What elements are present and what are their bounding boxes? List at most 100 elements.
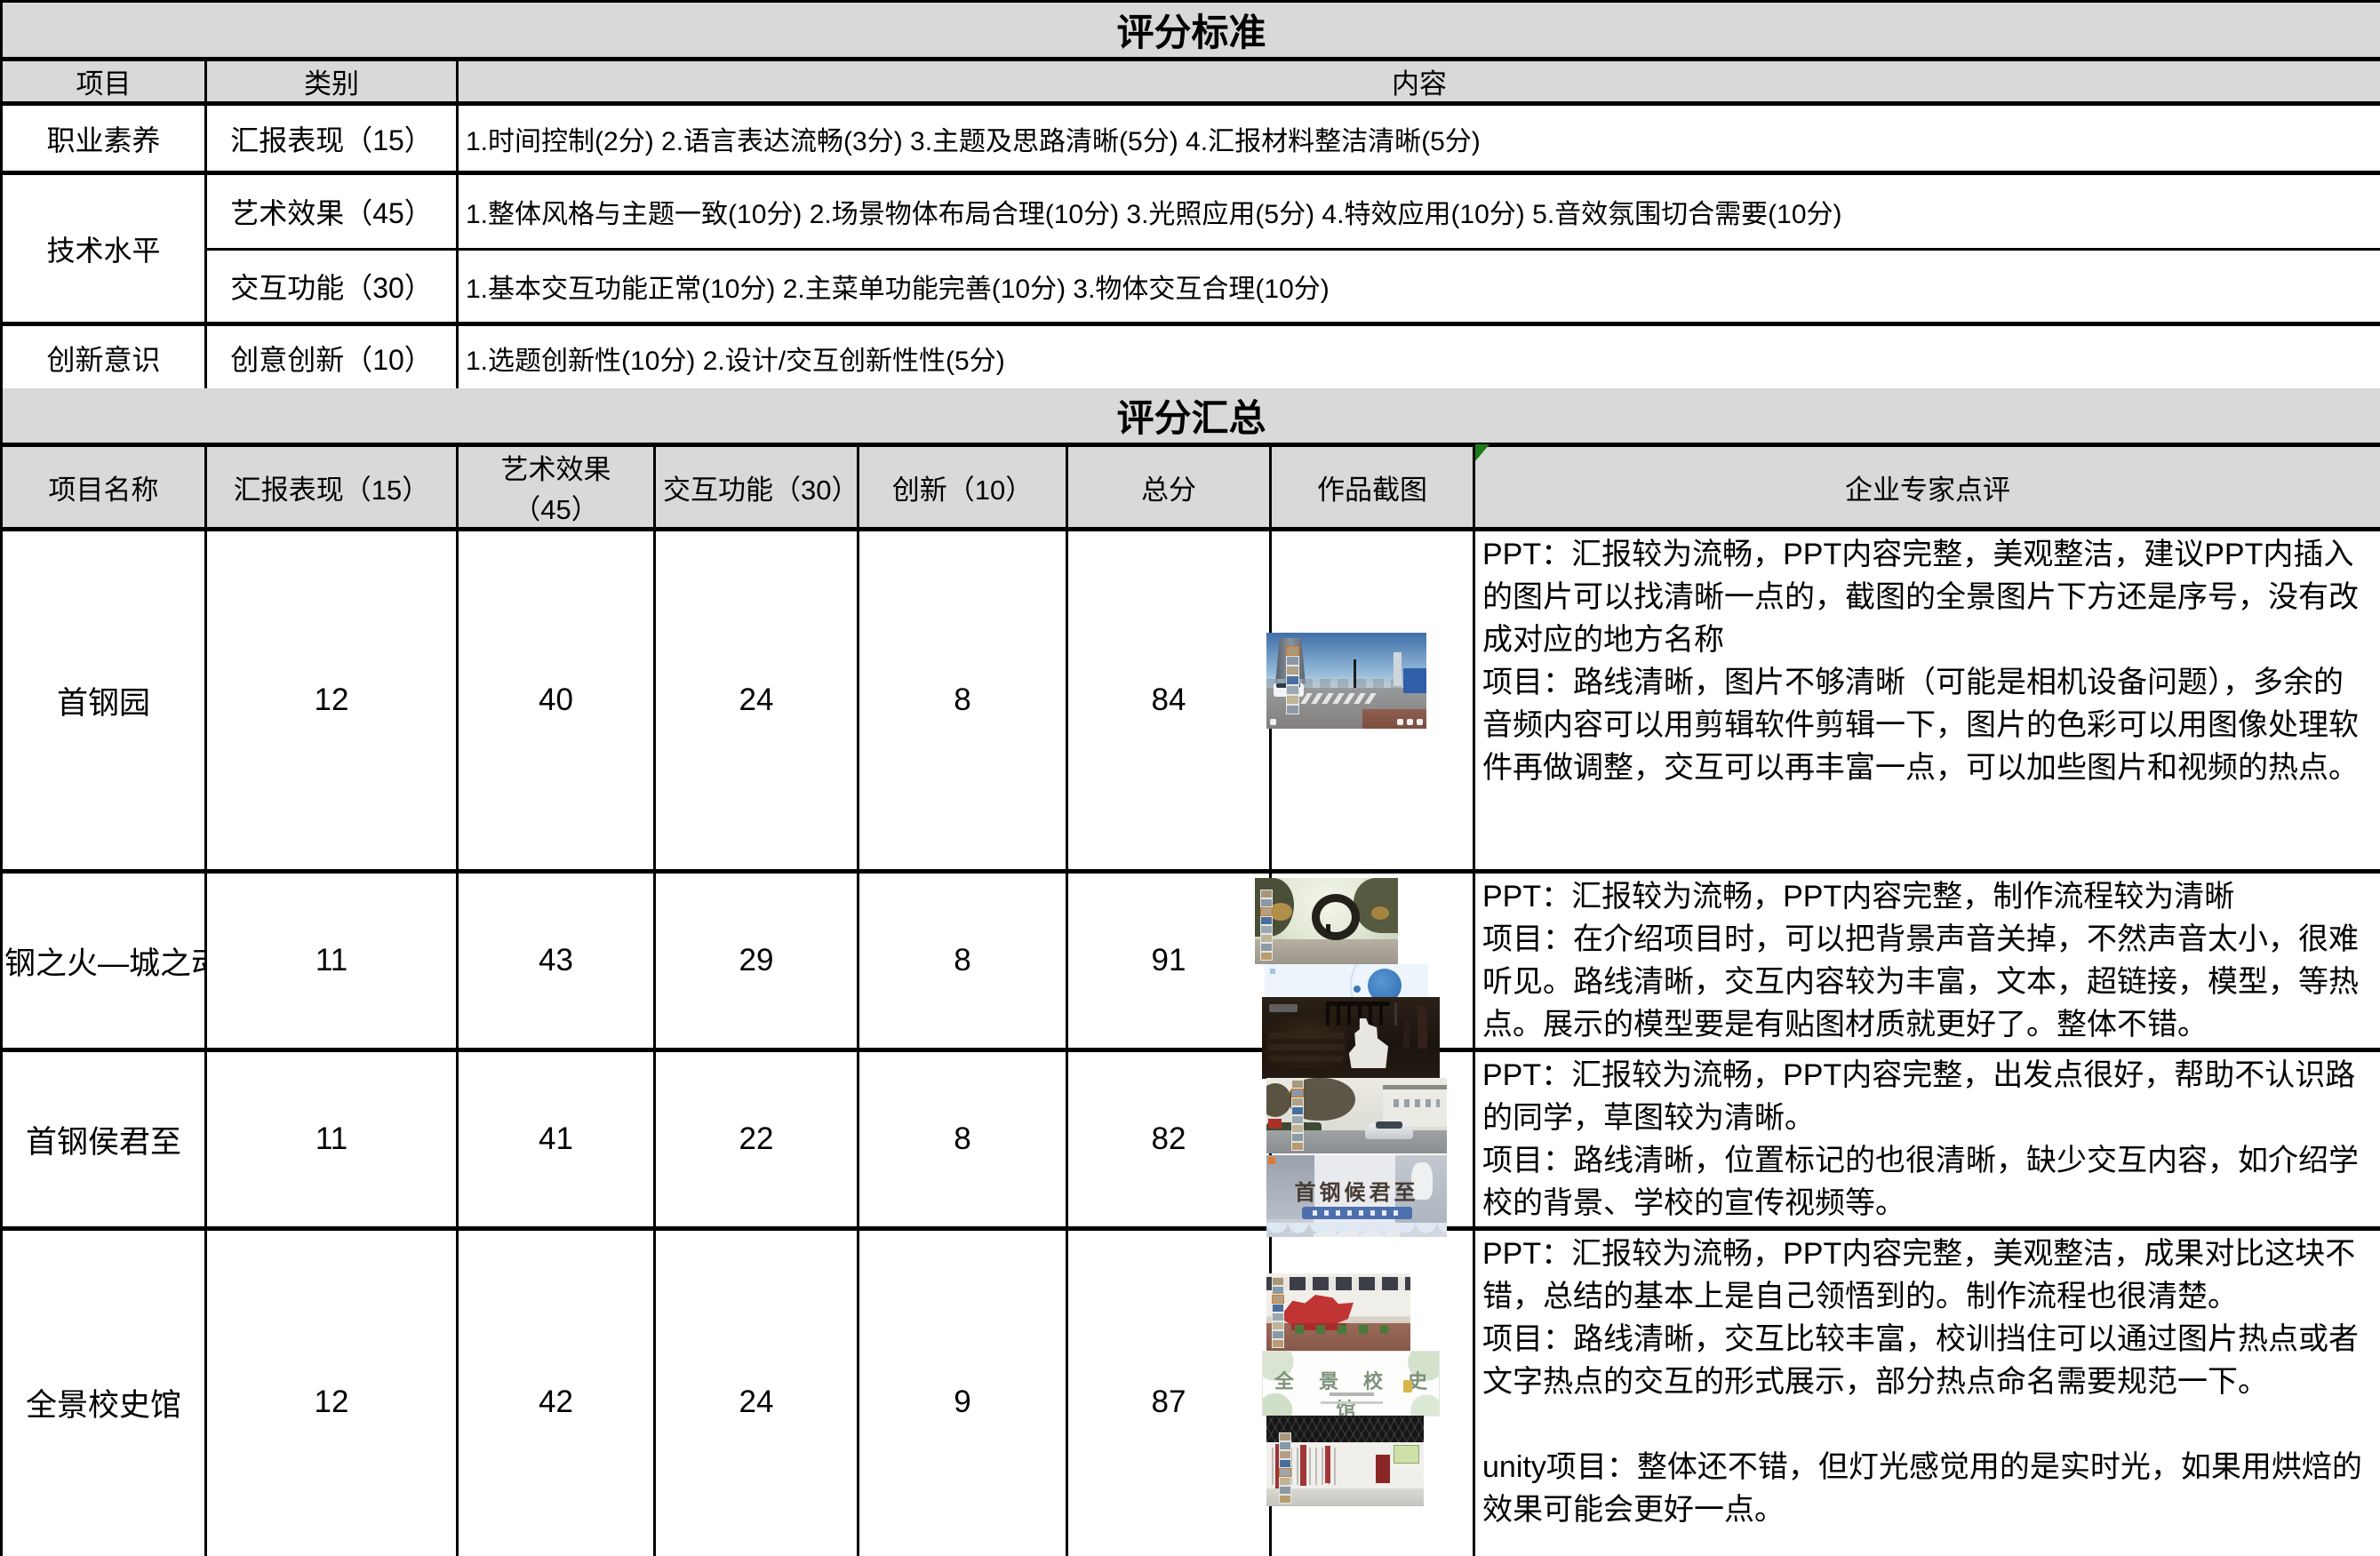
cell-report-3[interactable]: 12: [206, 1229, 458, 1556]
cell-innovation-2[interactable]: 8: [859, 1050, 1067, 1229]
criteria-row-4: 创新意识 创意创新（10） 1.选题创新性(10分) 2.设计/交互创新性性(5…: [2, 324, 2380, 393]
dot-graphic: [1354, 985, 1361, 993]
billboard-graphic: [1403, 668, 1426, 693]
criteria-row-3: 交互功能（30） 1.基本交互功能正常(10分) 2.主菜单功能完善(10分) …: [2, 250, 2380, 324]
cell-content-huibao[interactable]: 1.时间控制(2分) 2.语言表达流畅(3分) 3.主题及思路清晰(5分) 4.…: [458, 104, 2380, 173]
summary-header-art[interactable]: 艺术效果（45）: [458, 445, 655, 530]
cell-art-3[interactable]: 42: [458, 1229, 655, 1556]
cell-content-yishu[interactable]: 1.整体风格与主题一致(10分) 2.场景物体布局合理(10分) 3.光照应用(…: [458, 173, 2380, 250]
screenshot-courtyard-sculpture[interactable]: [1266, 1273, 1410, 1352]
criteria-header-content[interactable]: 内容: [458, 60, 2380, 104]
school-logo-graphic: [1403, 1380, 1412, 1392]
cell-interaction-0[interactable]: 24: [655, 530, 859, 872]
summary-row-gangzhihuo: 钢之火—城之动 11 43 29 8 91 PPT：汇报较为流畅，PPT内容完整…: [2, 872, 2380, 1050]
crosswalk-graphic: [1300, 693, 1376, 704]
cell-project-jishu[interactable]: 技术水平: [2, 173, 206, 324]
highrise-graphic: [1394, 652, 1402, 686]
summary-row-shougangyuan: 首钢园 12 40 24 8 84 PPT：汇报较为流畅，PPT内容完整，美观整…: [2, 530, 2380, 872]
cell-art-2[interactable]: 41: [458, 1050, 655, 1229]
cell-report-2[interactable]: 11: [206, 1050, 458, 1229]
globe-graphic: [1368, 969, 1402, 997]
cell-category-yishu[interactable]: 艺术效果（45）: [206, 173, 458, 250]
red-pillar-graphic: [1325, 1446, 1330, 1483]
cell-comment-0[interactable]: PPT：汇报较为流畅，PPT内容完整，美观整洁，建议PPT内插入的图片可以找清晰…: [1474, 530, 2380, 872]
screenshot-title-slide-houjunzhi[interactable]: 首钢候君至: [1266, 1155, 1447, 1237]
cell-comment-2[interactable]: PPT：汇报较为流畅，PPT内容完整，出发点很好，帮助不认识路的同学，草图较为清…: [1474, 1050, 2380, 1229]
cell-category-chuangyi[interactable]: 创意创新（10）: [206, 324, 458, 393]
slide-title: 全 景 校 史 馆: [1263, 1366, 1439, 1416]
cell-name-0[interactable]: 首钢园: [2, 530, 206, 872]
viewer-icon: [1270, 719, 1276, 725]
summary-header-interaction[interactable]: 交互功能（30）: [655, 445, 859, 530]
comment-indicator-icon: [1475, 444, 1489, 461]
screenshot-history-museum-interior[interactable]: [1266, 1416, 1424, 1506]
cell-project-zhiye[interactable]: 职业素养: [2, 104, 206, 173]
sculpture-stand-graphic: [1326, 924, 1330, 934]
cell-interaction-2[interactable]: 22: [655, 1050, 859, 1229]
cell-total-0[interactable]: 84: [1067, 530, 1271, 872]
thumbnail-strip: [1286, 646, 1299, 714]
cell-innovation-3[interactable]: 9: [859, 1229, 1067, 1556]
screenshot-slide-blue[interactable]: [1265, 964, 1428, 997]
summary-header-screenshot[interactable]: 作品截图: [1271, 445, 1474, 530]
criteria-title-cell[interactable]: 评分标准: [2, 2, 2380, 60]
screenshot-park-sculpture[interactable]: [1255, 878, 1398, 964]
traffic-light-graphic: [1354, 659, 1356, 688]
summary-table: 评分汇总 项目名称 汇报表现（15） 艺术效果（45） 交互功能（30） 创新（…: [0, 388, 2380, 1556]
cell-category-jiaohu[interactable]: 交互功能（30）: [206, 250, 458, 324]
cell-report-0[interactable]: 12: [206, 530, 458, 872]
cell-innovation-1[interactable]: 8: [859, 872, 1067, 1050]
plants-graphic: [1274, 1325, 1389, 1334]
criteria-header-project[interactable]: 项目: [2, 60, 206, 104]
cell-report-1[interactable]: 11: [206, 872, 458, 1050]
cell-content-chuangyi[interactable]: 1.选题创新性(10分) 2.设计/交互创新性性(5分): [458, 324, 2380, 393]
slide-title: 首钢候君至: [1266, 1175, 1447, 1206]
summary-header-innovation[interactable]: 创新（10）: [859, 445, 1067, 530]
corner-marker-graphic: [1268, 1157, 1275, 1164]
window-row-graphic: [1266, 1277, 1410, 1290]
thumbnail-strip: [1260, 890, 1273, 961]
criteria-row-2: 技术水平 艺术效果（45） 1.整体风格与主题一致(10分) 2.场景物体布局合…: [2, 173, 2380, 250]
summary-header-expert-comment[interactable]: 企业专家点评: [1474, 445, 2380, 530]
cell-content-jiaohu[interactable]: 1.基本交互功能正常(10分) 2.主菜单功能完善(10分) 3.物体交互合理(…: [458, 250, 2380, 324]
light-pole-graphic: [1394, 1002, 1397, 1025]
red-door-graphic: [1376, 1455, 1390, 1483]
cell-total-3[interactable]: 87: [1067, 1229, 1271, 1556]
screenshot-title-slide-xiaoshiguan[interactable]: 全 景 校 史 馆: [1262, 1351, 1440, 1416]
summary-header-name[interactable]: 项目名称: [2, 445, 206, 530]
cell-name-3[interactable]: 全景校史馆: [2, 1229, 206, 1556]
screenshot-campus-street[interactable]: [1266, 1078, 1447, 1153]
cell-innovation-0[interactable]: 8: [859, 530, 1067, 872]
cell-category-huibao[interactable]: 汇报表现（15）: [206, 104, 458, 173]
cell-interaction-1[interactable]: 29: [655, 872, 859, 1050]
car-window-graphic: [1376, 1121, 1402, 1129]
furnace-rings-graphic: [1269, 1033, 1344, 1066]
thumbnail-strip: [1279, 1432, 1291, 1504]
criteria-header-category[interactable]: 类别: [206, 60, 458, 104]
summary-header-report[interactable]: 汇报表现（15）: [206, 445, 458, 530]
cell-project-chuangxin[interactable]: 创新意识: [2, 324, 206, 393]
screenshot-industrial-furnace[interactable]: [1262, 997, 1440, 1079]
criteria-title-row: 评分标准: [2, 2, 2380, 60]
summary-row-shougang-houjunzhi: 首钢侯君至 11 41 22 8 82 PPT：汇报较为流畅，PPT内容完整，出…: [2, 1050, 2380, 1229]
red-pillar-graphic: [1300, 1445, 1306, 1486]
cell-art-0[interactable]: 40: [458, 530, 655, 872]
cell-interaction-3[interactable]: 24: [655, 1229, 859, 1556]
criteria-header-row: 项目 类别 内容: [2, 60, 2380, 104]
cell-name-2[interactable]: 首钢侯君至: [2, 1050, 206, 1229]
cell-comment-1[interactable]: PPT：汇报较为流畅，PPT内容完整，制作流程较为清晰 项目：在介绍项目时，可以…: [1474, 872, 2380, 1050]
cell-total-1[interactable]: 91: [1067, 872, 1271, 1050]
summary-header-total[interactable]: 总分: [1067, 445, 1271, 530]
summary-title-cell[interactable]: 评分汇总: [2, 388, 2380, 445]
date-text-graphic: [1321, 1401, 1383, 1404]
thumbnail-strip: [1291, 1080, 1304, 1151]
cell-comment-3[interactable]: PPT：汇报较为流畅，PPT内容完整，美观整洁，成果对比这块不错，总结的基本上是…: [1474, 1229, 2380, 1556]
presenter-text-graphic: [1330, 1392, 1374, 1396]
screenshot-panorama-shougangyuan[interactable]: [1266, 633, 1426, 729]
thumbnail-strip: [1272, 1277, 1284, 1348]
spreadsheet-score-sheet: 评分标准 项目 类别 内容 职业素养 汇报表现（15） 1.时间控制(2分) 2…: [0, 0, 2380, 1556]
cell-total-2[interactable]: 82: [1067, 1050, 1271, 1229]
cell-art-1[interactable]: 43: [458, 872, 655, 1050]
cell-name-1[interactable]: 钢之火—城之动: [2, 872, 206, 1050]
chimney-graphic: [1418, 1006, 1427, 1049]
